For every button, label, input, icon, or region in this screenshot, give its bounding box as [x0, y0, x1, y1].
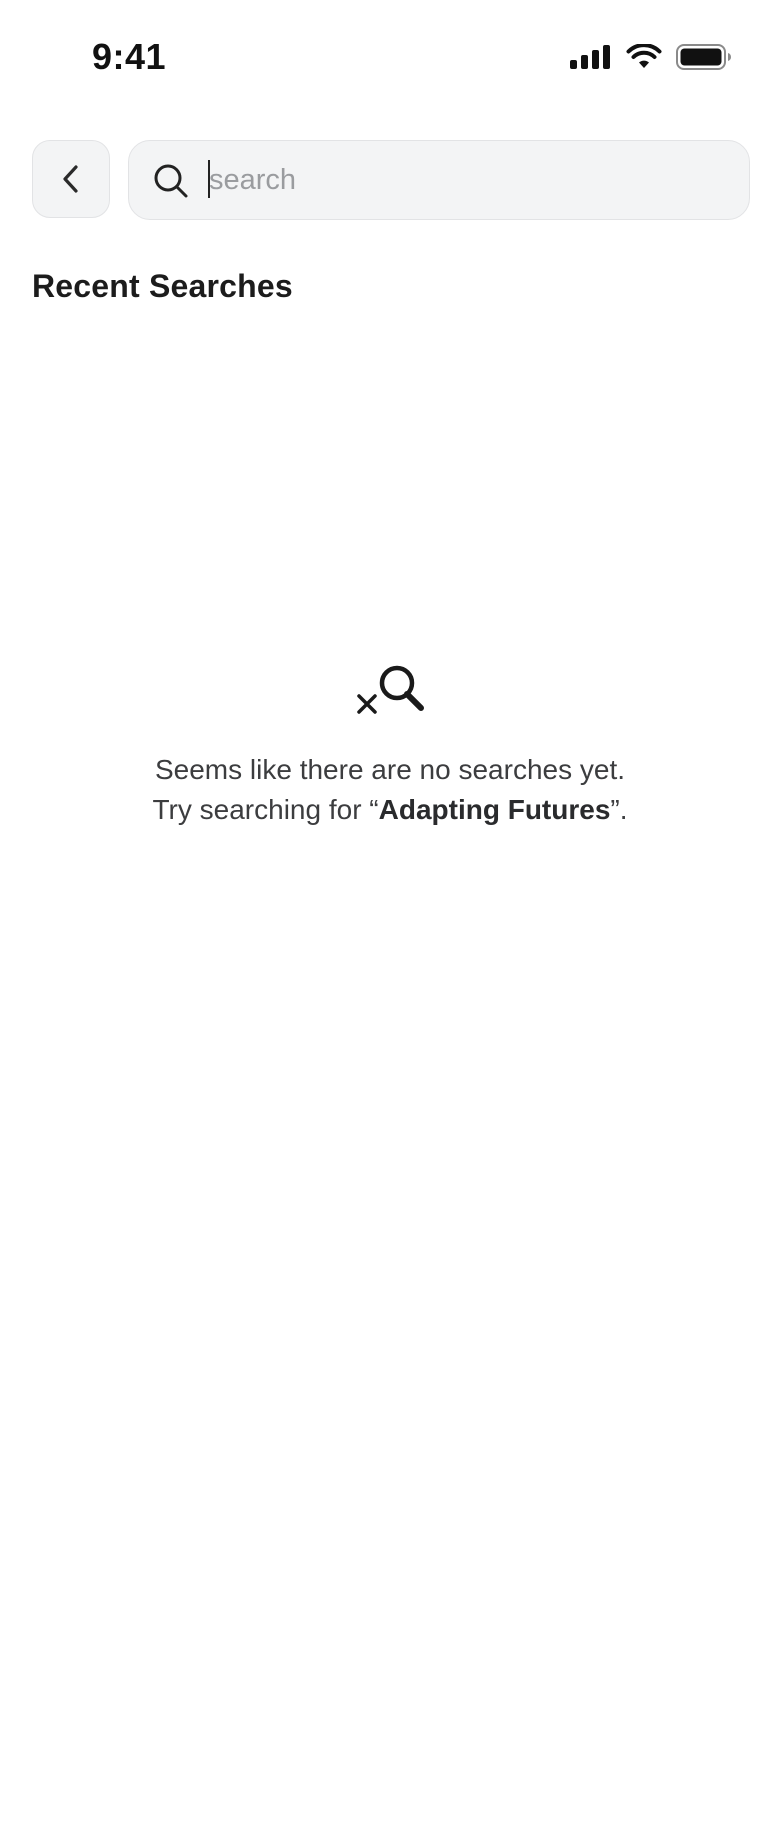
chevron-left-icon [63, 165, 78, 193]
status-time: 9:41 [92, 36, 167, 77]
status-icons [570, 44, 732, 70]
signal-icon [570, 45, 610, 69]
empty-state: Seems like there are no searches yet. Tr… [0, 660, 780, 830]
empty-state-message: Seems like there are no searches yet. Tr… [0, 750, 780, 830]
suggested-search-term[interactable]: Adapting Futures [379, 794, 611, 825]
recent-searches-title: Recent Searches [32, 268, 293, 304]
text-cursor [208, 160, 210, 198]
search-field[interactable] [128, 140, 750, 220]
empty-state-line-2-prefix: Try searching for “ [152, 794, 379, 825]
status-bar: 9:41 [0, 0, 780, 110]
back-button[interactable] [32, 140, 110, 218]
wifi-icon [626, 44, 662, 68]
empty-state-line-2: Try searching for “Adapting Futures”. [0, 790, 780, 830]
search-icon [154, 164, 188, 198]
search-off-icon [357, 665, 424, 714]
search-input[interactable] [207, 155, 729, 205]
search-header [32, 140, 750, 220]
empty-state-line-1: Seems like there are no searches yet. [154, 754, 625, 785]
empty-state-line-2-suffix: ”. [610, 794, 628, 825]
battery-icon [676, 44, 731, 70]
